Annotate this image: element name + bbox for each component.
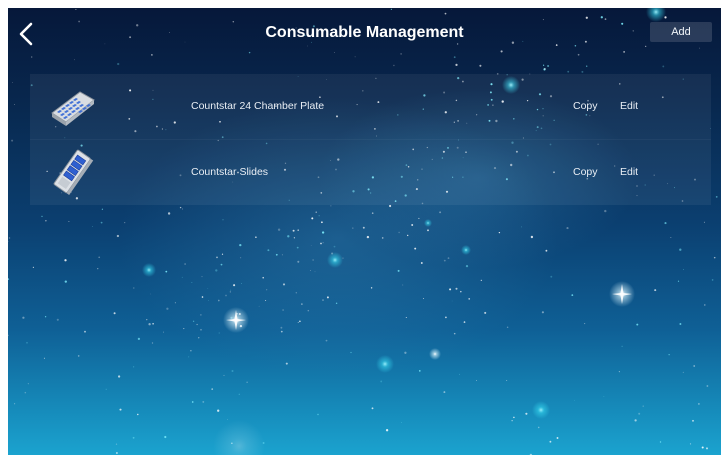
consumable-row-chamber-plate[interactable]: Countstar 24 Chamber Plate Copy Edit xyxy=(30,74,711,139)
top-bar: Consumable Management Add xyxy=(8,8,721,60)
add-button[interactable]: Add xyxy=(650,22,712,42)
consumable-name: Countstar Slides xyxy=(191,166,269,178)
edit-button[interactable]: Edit xyxy=(620,96,638,116)
page-title: Consumable Management xyxy=(265,24,464,41)
back-button[interactable] xyxy=(12,18,40,50)
edit-button[interactable]: Edit xyxy=(620,162,638,182)
consumable-name: Countstar 24 Chamber Plate xyxy=(191,100,325,112)
slide-icon xyxy=(53,149,94,195)
consumable-management-screen: Consumable Management Add Countstar 24 C… xyxy=(8,8,721,455)
chamber-plate-icon xyxy=(51,91,95,126)
copy-button[interactable]: Copy xyxy=(573,96,598,116)
chevron-left-icon xyxy=(19,22,33,46)
consumable-list: Countstar 24 Chamber Plate Copy Edit Cou… xyxy=(30,74,711,205)
consumable-row-slides[interactable]: Countstar Slides Copy Edit xyxy=(30,139,711,205)
copy-button[interactable]: Copy xyxy=(573,162,598,182)
